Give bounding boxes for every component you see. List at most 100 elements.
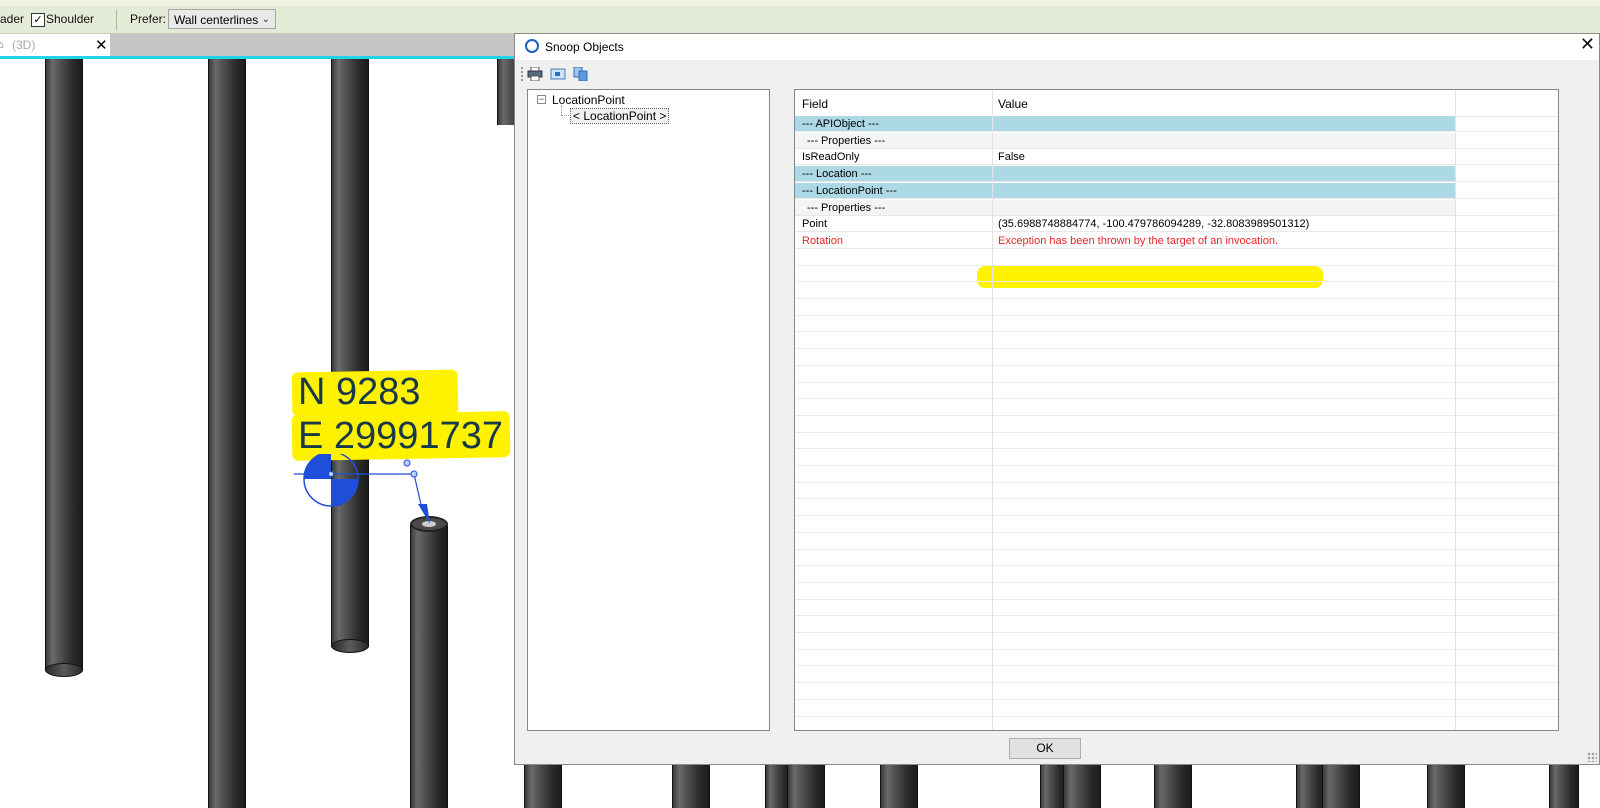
empty-row — [795, 550, 1558, 567]
shoulder-checkbox[interactable]: ✓ — [31, 13, 45, 27]
print-icon[interactable] — [527, 67, 543, 81]
prefer-value: Wall centerlines — [174, 13, 259, 27]
dialog-title: Snoop Objects — [545, 40, 624, 54]
grid-filler-cell — [1455, 116, 1558, 132]
empty-row — [795, 367, 1558, 383]
field-cell: --- Properties --- — [807, 201, 886, 214]
tree-connector — [561, 115, 569, 116]
table-row[interactable]: --- LocationPoint --- — [795, 182, 1455, 199]
close-icon[interactable]: ✕ — [1580, 34, 1595, 55]
easting-label: E 29991737 — [298, 415, 503, 457]
column — [880, 765, 918, 808]
column-base — [331, 639, 369, 653]
empty-row — [795, 617, 1558, 633]
column-header-value[interactable]: Value — [998, 97, 1028, 111]
copy-icon[interactable] — [573, 67, 589, 81]
tree-node-locationpoint[interactable]: LocationPoint — [552, 93, 625, 107]
collapse-toggle-icon[interactable]: − — [537, 95, 546, 104]
grid-filler-cell — [1455, 216, 1558, 233]
value-cell: (35.6988748884774, -100.479786094289, -3… — [998, 218, 1310, 231]
empty-row — [795, 467, 1558, 483]
column[interactable] — [208, 59, 246, 808]
tab-3d-view[interactable]: ⌂ (3D) ✕ — [0, 34, 110, 56]
shoulder-label: Shoulder — [46, 12, 95, 26]
column-divider — [1455, 90, 1456, 730]
chevron-down-icon: ⌄ — [261, 14, 270, 25]
column[interactable] — [45, 59, 83, 671]
empty-row — [795, 650, 1558, 667]
view-3d-icon: ⌂ — [0, 39, 4, 51]
northing-label: N 9283 — [298, 371, 421, 413]
empty-row — [795, 701, 1558, 717]
grid-filler-cell — [1455, 149, 1558, 166]
table-row[interactable]: --- Properties --- — [795, 132, 1455, 149]
empty-row — [795, 250, 1558, 266]
column — [787, 765, 825, 808]
empty-row — [795, 584, 1558, 600]
column — [524, 765, 562, 808]
value-cell: Exception has been thrown by the target … — [998, 234, 1279, 247]
empty-row — [795, 667, 1558, 684]
3d-view-canvas-lower — [514, 765, 1600, 808]
field-cell: --- APIObject --- — [802, 118, 880, 130]
prefer-dropdown[interactable]: Wall centerlines ⌄ — [168, 9, 276, 29]
property-grid[interactable]: Field Value --- APIObject --- --- Propert… — [794, 89, 1559, 731]
spot-coordinate-symbol[interactable] — [290, 454, 450, 544]
empty-row — [795, 266, 1558, 283]
table-row[interactable]: --- Location --- — [795, 166, 1455, 183]
ok-button[interactable]: OK — [1009, 738, 1081, 759]
3d-view-canvas[interactable]: N 9283 E 29991737 — [0, 59, 530, 808]
grid-filler-cell — [1455, 183, 1558, 199]
column[interactable] — [410, 525, 448, 808]
resize-grip-icon[interactable] — [1587, 752, 1597, 762]
empty-row — [795, 433, 1558, 450]
empty-row — [795, 534, 1558, 550]
field-cell: --- Properties --- — [807, 134, 886, 147]
empty-row — [795, 300, 1558, 316]
prefer-label: Prefer: — [130, 12, 167, 26]
column[interactable] — [331, 59, 369, 647]
toolbar-grip — [521, 67, 523, 81]
grid-filler-cell — [1455, 200, 1558, 216]
empty-row — [795, 717, 1558, 730]
empty-row — [795, 350, 1558, 366]
tab-3d-label: (3D) — [12, 38, 36, 52]
field-cell: Rotation — [802, 234, 843, 247]
grid-filler-cell — [1455, 166, 1558, 183]
column — [1549, 765, 1579, 808]
column — [1154, 765, 1192, 808]
leader-label: ader — [0, 12, 25, 26]
table-row[interactable]: --- APIObject --- — [795, 116, 1455, 132]
column — [1427, 765, 1465, 808]
column — [1322, 765, 1360, 808]
empty-row — [795, 634, 1558, 650]
empty-row — [795, 316, 1558, 333]
table-row[interactable]: Rotation Exception has been thrown by the… — [795, 233, 1455, 249]
snoop-app-icon — [525, 39, 539, 53]
empty-row — [795, 383, 1558, 400]
empty-row — [795, 600, 1558, 617]
column-base — [45, 663, 83, 677]
close-icon[interactable]: ✕ — [95, 36, 108, 54]
empty-row — [795, 283, 1558, 299]
empty-row — [795, 450, 1558, 466]
column — [672, 765, 710, 808]
print-preview-icon[interactable] — [550, 67, 566, 81]
field-cell: --- Location --- — [802, 168, 872, 181]
empty-row — [795, 517, 1558, 533]
field-cell: --- LocationPoint --- — [802, 184, 897, 197]
empty-row — [795, 684, 1558, 700]
dialog-titlebar[interactable]: Snoop Objects ✕ — [515, 34, 1599, 60]
table-row[interactable]: IsReadOnly False — [795, 149, 1455, 166]
table-row[interactable]: Point (35.6988748884774, -100.47978609428… — [795, 216, 1455, 233]
column-header-field[interactable]: Field — [802, 97, 828, 111]
tree-node-locationpoint-child[interactable]: < LocationPoint > — [570, 108, 670, 124]
field-cell: Point — [802, 218, 828, 231]
view-tab-bar: ⌂ (3D) ✕ — [0, 34, 530, 56]
tree-connector — [561, 105, 562, 115]
object-tree[interactable]: − LocationPoint < LocationPoint > — [527, 89, 770, 731]
table-row[interactable]: --- Properties --- — [795, 199, 1455, 216]
grid-filler-cell — [1455, 233, 1558, 249]
dialog-toolbar — [515, 60, 1599, 88]
grid-header: Field Value — [795, 90, 1558, 117]
